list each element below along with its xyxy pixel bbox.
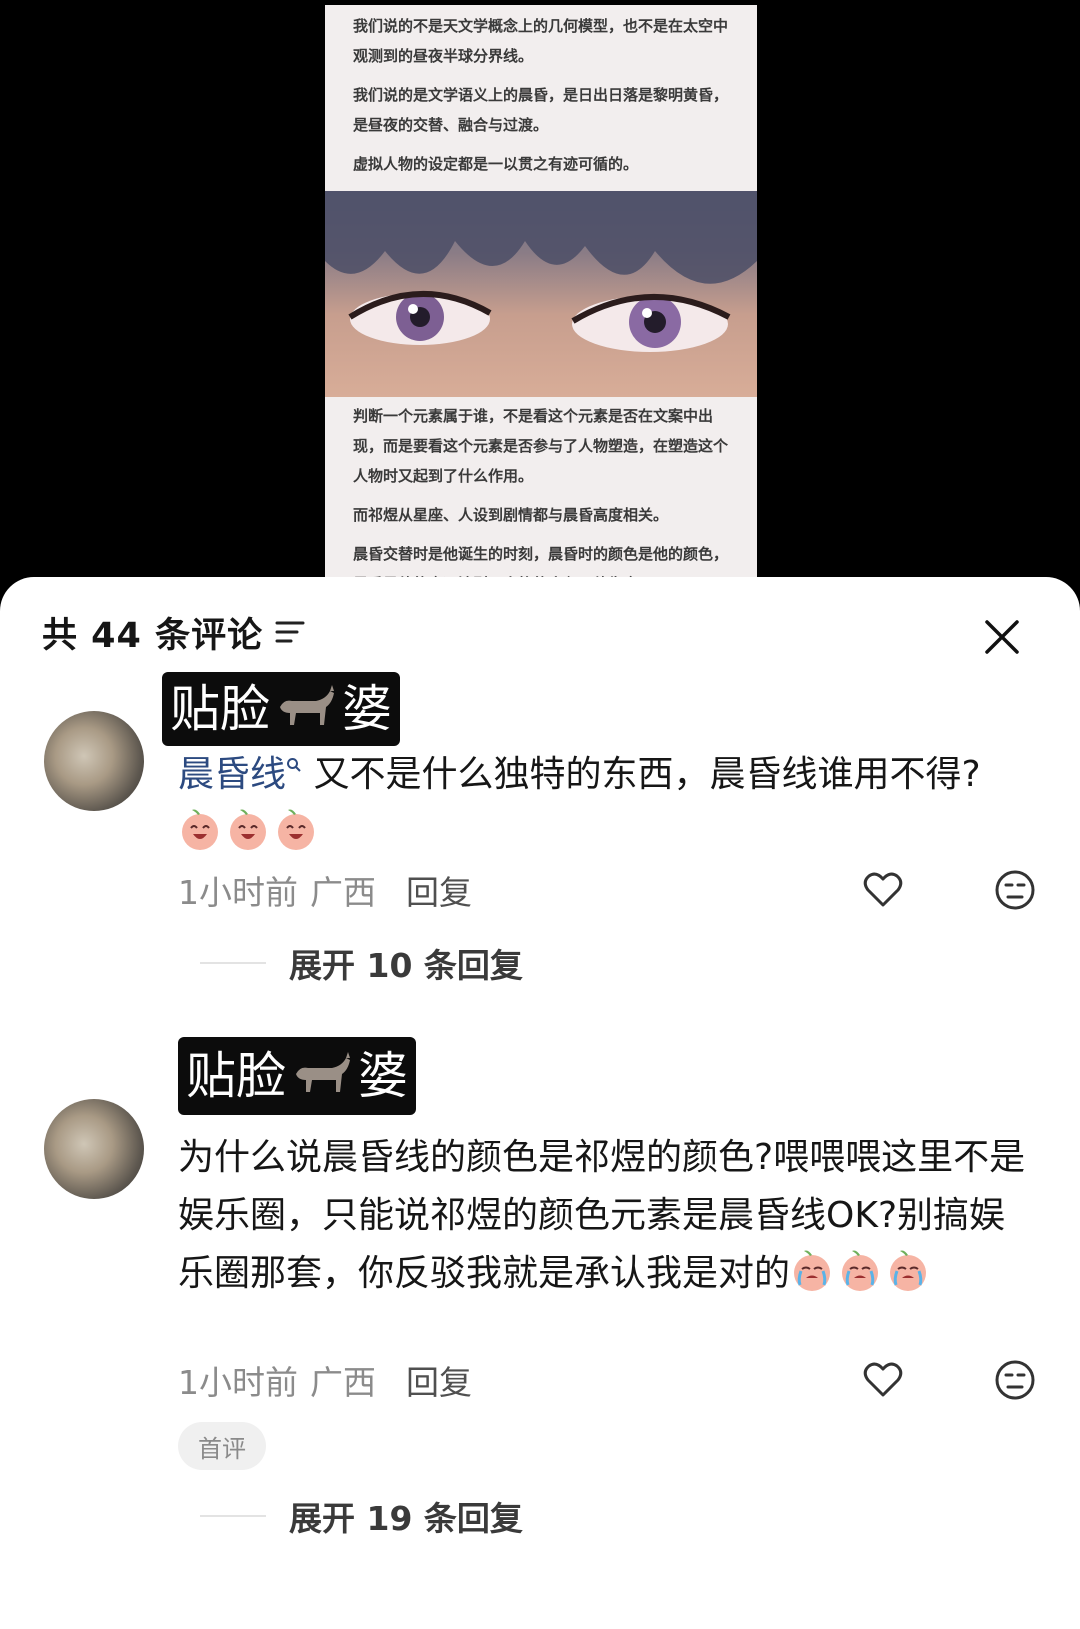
donkey-icon <box>280 685 334 725</box>
sort-lines-icon[interactable] <box>273 615 307 649</box>
hashtag-label: 晨昏线 <box>178 754 287 795</box>
username[interactable]: 贴脸 婆 <box>162 672 400 746</box>
expand-replies-label: 展开 19 条回复 <box>289 1499 523 1538</box>
post-paragraph: 我们说的不是天文学概念上的几何模型，也不是在太空中观测到的昼夜半球分界线。 <box>353 17 729 65</box>
heart-icon[interactable] <box>862 869 904 911</box>
comment-text: 又不是什么独特的东西，晨昏线谁用不得? <box>313 754 981 795</box>
avatar[interactable] <box>44 711 144 811</box>
post-paragraph: 判断一个元素属于谁，不是看这个元素是否在文案中出现，而是要看这个元素是否参与了人… <box>353 407 729 485</box>
comment-body: 为什么说晨昏线的颜色是祁煜的颜色?喂喂喂这里不是娱乐圈，只能说祁煜的颜色元素是晨… <box>178 1129 1028 1303</box>
crying-peach-face-icon <box>890 1250 927 1291</box>
expand-replies-button[interactable]: 展开 10 条回复 <box>200 943 523 985</box>
heart-icon[interactable] <box>862 1359 904 1401</box>
first-comment-badge: 首评 <box>178 1422 266 1470</box>
neutral-face-icon[interactable] <box>994 869 1036 911</box>
comment-body: 晨昏线 又不是什么独特的东西，晨昏线谁用不得? <box>178 746 1034 862</box>
username-part: 婆 <box>358 1047 408 1105</box>
username-part: 贴脸 <box>186 1047 286 1105</box>
comment-count-title: 共 44 条评论 <box>42 615 264 656</box>
divider <box>200 962 266 964</box>
character-eyes-image <box>325 191 757 397</box>
avatar[interactable] <box>44 1099 144 1199</box>
comment-sheet: 共 44 条评论 贴脸 婆 晨昏线 又不是什么独特的东西，晨昏线谁用不得? 1小… <box>0 577 1080 1629</box>
comment-location: 广西 <box>310 1363 376 1402</box>
username[interactable]: 贴脸 婆 <box>178 1037 416 1115</box>
reply-button[interactable]: 回复 <box>406 866 472 914</box>
expand-replies-button[interactable]: 展开 19 条回复 <box>200 1496 523 1538</box>
post-image-content: 我们说的不是天文学概念上的几何模型，也不是在太空中观测到的昼夜半球分界线。 我们… <box>325 5 757 585</box>
post-paragraph: 我们说的是文学语义上的晨昏，是日出日落是黎明黄昏，是昼夜的交替、融合与过渡。 <box>353 86 729 134</box>
laughing-peach-face-icon <box>230 809 266 850</box>
comment-meta: 1小时前 广西 回复 <box>178 870 472 912</box>
crying-peach-face-icon <box>794 1250 831 1291</box>
divider <box>200 1515 266 1517</box>
laughing-peach-face-icon <box>182 809 218 850</box>
search-icon <box>287 758 301 772</box>
reply-button[interactable]: 回复 <box>406 1356 472 1404</box>
donkey-icon <box>296 1052 350 1092</box>
username-part: 贴脸 <box>170 680 270 738</box>
laughing-peach-face-icon <box>278 809 314 850</box>
post-paragraph: 而祁煜从星座、人设到剧情都与晨昏高度相关。 <box>353 506 669 524</box>
crying-peach-face-icon <box>842 1250 879 1291</box>
comment-sheet-header: 共 44 条评论 <box>42 607 307 657</box>
comment-meta: 1小时前 广西 回复 <box>178 1360 472 1402</box>
username-part: 婆 <box>342 680 392 738</box>
hashtag-link[interactable]: 晨昏线 <box>178 754 302 795</box>
comment-time: 1小时前 <box>178 873 298 912</box>
neutral-face-icon[interactable] <box>994 1359 1036 1401</box>
close-icon[interactable] <box>982 617 1022 657</box>
post-paragraph: 虚拟人物的设定都是一以贯之有迹可循的。 <box>353 155 639 173</box>
comment-time: 1小时前 <box>178 1363 298 1402</box>
expand-replies-label: 展开 10 条回复 <box>289 946 523 985</box>
comment-location: 广西 <box>310 873 376 912</box>
